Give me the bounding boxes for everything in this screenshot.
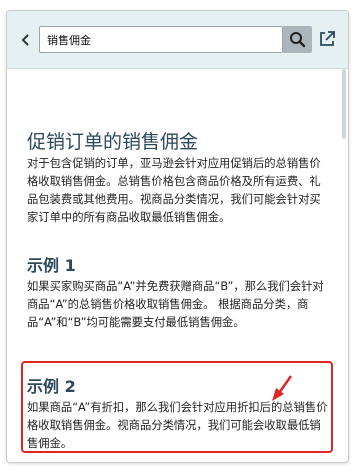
scrollbar[interactable] <box>342 69 346 139</box>
back-button[interactable] <box>17 29 35 51</box>
open-in-new-window-button[interactable] <box>316 28 338 50</box>
article-title: 促销订单的销售佣金 <box>27 131 199 153</box>
help-panel: 促销订单的销售佣金 对于包含促销的订单，亚马逊会针对应用促销后的总销售价格收取销… <box>6 10 349 463</box>
open-in-new-window-icon <box>320 31 335 46</box>
search-icon <box>290 32 306 48</box>
annotation-arrow-icon <box>269 373 297 403</box>
example-1-heading: 示例 1 <box>27 256 76 275</box>
chevron-left-icon <box>21 34 29 46</box>
example-1-text: 如果买家购买商品“A”并免费获赠商品“B”，那么我们会针对商品“A”的总销售价格… <box>27 280 324 329</box>
intro-paragraph: 对于包含促销的订单，亚马逊会针对应用促销后的总销售价格收取销售佣金。总销售价格包… <box>27 157 321 224</box>
search-input[interactable] <box>39 26 283 53</box>
search-button[interactable] <box>283 26 312 53</box>
help-toolbar <box>7 11 348 69</box>
